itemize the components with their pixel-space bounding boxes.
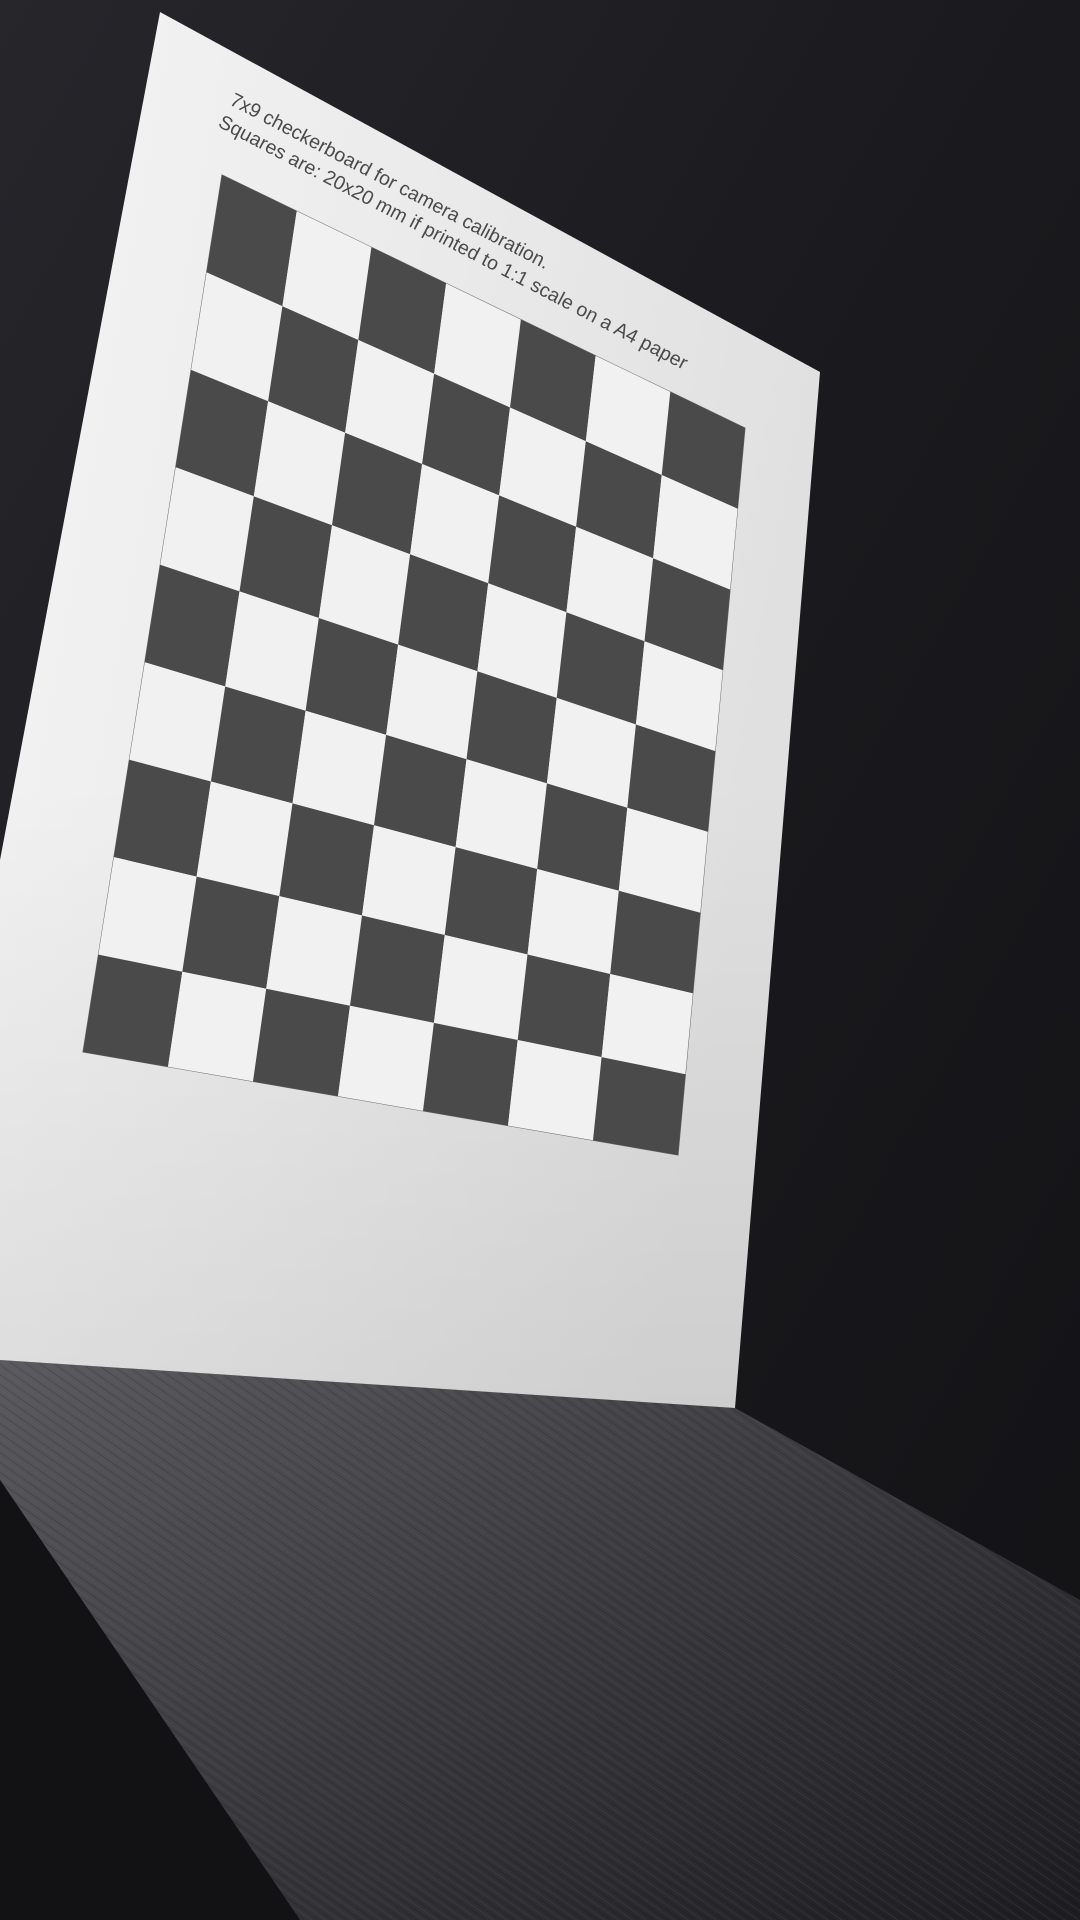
checker-square-light (508, 1040, 602, 1141)
checker-square-light (98, 857, 197, 972)
checker-square-dark (182, 876, 280, 989)
checker-square-dark (253, 988, 350, 1097)
checker-square-light (266, 896, 362, 1006)
checker-square-dark (423, 1022, 518, 1126)
checker-square-light (168, 971, 267, 1082)
checker-square-light (338, 1005, 434, 1111)
checker-square-dark (593, 1057, 686, 1155)
checker-square-dark (83, 954, 183, 1067)
